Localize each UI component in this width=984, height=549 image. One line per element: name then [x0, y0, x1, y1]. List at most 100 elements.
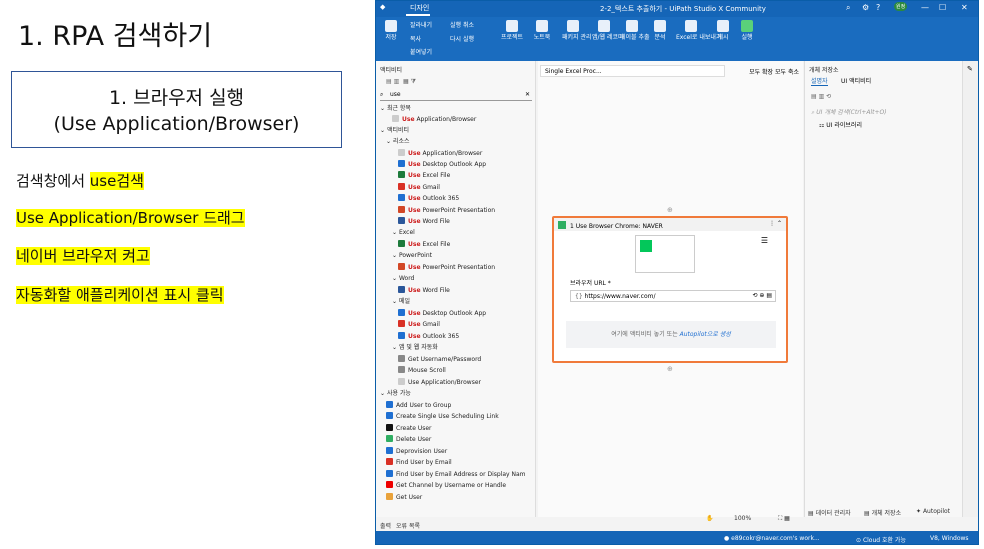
search-icon: ⌕	[380, 91, 384, 98]
step-box: 1. 브라우저 실행 (Use Application/Browser)	[11, 71, 342, 148]
url-field[interactable]: {} https://www.naver.com/⟲ ⊕ ▤	[570, 290, 776, 302]
collapse-all-button[interactable]: 모두 축소	[775, 69, 799, 76]
menu-icon[interactable]: ☰	[761, 236, 768, 245]
object-store-tab[interactable]: ▤ 개체 저장소	[864, 508, 901, 517]
run-button[interactable]: 실행	[738, 20, 756, 41]
autopilot-tab[interactable]: ✦ Autopilot	[916, 508, 950, 515]
errors-tab[interactable]: 오류 목록	[396, 521, 420, 530]
save-button[interactable]: 저장	[382, 20, 400, 41]
table-extract-button[interactable]: 테이블 추출	[620, 20, 650, 41]
collapse-icon[interactable]: ⋮ ⌃	[769, 220, 782, 227]
tree-group-appweb[interactable]: ⌄ 앱 및 웹 자동화	[392, 343, 438, 353]
settings-icon[interactable]: ⚙	[862, 3, 869, 12]
tree-group-powerpoint[interactable]: ⌄ PowerPoint	[392, 251, 432, 261]
project-button[interactable]: 프로젝트	[498, 20, 526, 41]
tree-group-activities[interactable]: ⌄ 액티비티	[380, 126, 409, 136]
note-2: Use Application/Browser 드래그	[16, 207, 245, 228]
object-search-input[interactable]: ⌕ UI 개체 검색(Ctrl+Alt+O)	[811, 107, 887, 117]
tree-item[interactable]: Use Outlook 365	[398, 194, 459, 204]
avatar[interactable]: 원정	[894, 2, 908, 11]
publish-icon	[717, 20, 729, 32]
studio-window: ◆ 디자인 2-2_텍스트 추출하기 - UiPath Studio X Com…	[375, 0, 979, 545]
tree-group-mail[interactable]: ⌄ 메일	[392, 297, 410, 307]
maximize-button[interactable]: ☐	[939, 3, 946, 12]
tree-item[interactable]: Use Application/Browser	[398, 378, 481, 388]
add-activity-icon[interactable]: ⊕	[667, 206, 673, 214]
undo-button[interactable]: 실행 취소	[450, 20, 474, 29]
search-icon[interactable]: ⌕	[846, 3, 850, 13]
analyze-icon	[654, 20, 666, 32]
redo-button[interactable]: 다시 실행	[450, 34, 474, 43]
tree-item[interactable]: Get Username/Password	[398, 355, 481, 365]
tree-item[interactable]: Use Excel File	[398, 171, 450, 181]
tree-item[interactable]: Use Application/Browser	[398, 149, 482, 159]
expression-icon: {}	[575, 293, 585, 300]
tree-item[interactable]: Use Excel File	[398, 240, 450, 250]
clear-icon[interactable]: ✕	[525, 91, 530, 98]
tree-item[interactable]: Use Outlook 365	[398, 332, 459, 342]
note-text: 검색창에서	[16, 172, 90, 190]
tree-item[interactable]: Use Application/Browser	[392, 115, 476, 125]
tree-item[interactable]: Use Desktop Outlook App	[398, 309, 486, 319]
tree-item[interactable]: Use PowerPoint Presentation	[398, 206, 495, 216]
tree-item[interactable]: Create User	[386, 424, 432, 434]
tree-item[interactable]: Deprovision User	[386, 447, 447, 457]
activity-search-input[interactable]: use ✕ ⌕	[380, 91, 532, 101]
tree-item[interactable]: Use Gmail	[398, 320, 440, 330]
tree-item[interactable]: Add User to Group	[386, 401, 451, 411]
use-browser-card[interactable]: 1 Use Browser Chrome: NAVER ⋮ ⌃ ☰ 브라우저 UR…	[552, 216, 788, 363]
step-title: 1. 브라우저 실행	[108, 87, 245, 109]
tree-group-available[interactable]: ⌄ 사용 가능	[380, 389, 411, 399]
expand-all-button[interactable]: 모두 확장	[749, 69, 773, 76]
object-header: 개체 저장소	[809, 67, 839, 74]
cut-button[interactable]: 잘라내기	[410, 20, 432, 29]
tree-item[interactable]: Mouse Scroll	[398, 366, 446, 376]
status-platform[interactable]: V8, Windows	[930, 535, 969, 542]
help-icon[interactable]: ?	[876, 3, 880, 12]
tree-item[interactable]: Get User	[386, 493, 422, 503]
tree-item[interactable]: Delete User	[386, 435, 431, 445]
tree-item[interactable]: Get Channel by Username or Handle	[386, 481, 506, 491]
tree-item[interactable]: Find User by Email Address or Display Na…	[386, 470, 525, 480]
tab-design[interactable]: 디자인	[410, 3, 429, 13]
designer-canvas[interactable]: Single Excel Proc... 모두 확장 모두 축소 ⊕ 1 Use…	[538, 61, 803, 522]
publish-button[interactable]: 게시	[714, 20, 732, 41]
close-button[interactable]: ✕	[961, 3, 968, 12]
tree-group-word[interactable]: ⌄ Word	[392, 274, 414, 284]
note-highlight: Use Application/Browser 드래그	[16, 209, 245, 227]
tree-group-excel[interactable]: ⌄ Excel	[392, 228, 415, 238]
notebook-button[interactable]: 노트북	[530, 20, 554, 41]
add-activity-icon[interactable]: ⊕	[667, 365, 673, 373]
tree-group-recent[interactable]: ⌄ 최근 항목	[380, 104, 411, 114]
output-tab[interactable]: 출력	[380, 521, 391, 530]
designer-tab[interactable]: Single Excel Proc...	[540, 65, 725, 77]
wrench-icon[interactable]: ✎	[967, 65, 976, 73]
app-recorder-button[interactable]: 앱/웹 레코더	[592, 20, 624, 41]
designer-tools: 모두 확장 모두 축소	[749, 67, 799, 76]
copy-button[interactable]: 복사	[410, 34, 421, 43]
activities-panel: 액티비티 ▤ ▥ ▦ ⧩ use ✕ ⌕ ⌄ 최근 항목 Use Applicati…	[376, 61, 536, 517]
tree-item[interactable]: Use Word File	[398, 217, 450, 227]
package-manager-button[interactable]: 패키지 관리	[562, 20, 592, 41]
paste-button[interactable]: 붙여넣기	[410, 47, 432, 56]
excel-export-button[interactable]: Excel로 내보내기	[676, 20, 721, 41]
autopilot-link[interactable]: Autopilot으로 생성	[680, 331, 731, 338]
tab-descriptor[interactable]: 설명자	[811, 76, 828, 86]
ui-library-item[interactable]: ⚏ UI 라이브러리	[819, 120, 862, 129]
tree-item[interactable]: Find User by Email	[386, 458, 452, 468]
tree-item[interactable]: Use Gmail	[398, 183, 440, 193]
tab-ui-activity[interactable]: UI 액티비티	[841, 76, 871, 85]
tree-group-resources[interactable]: ⌄ 리소스	[386, 137, 410, 147]
tree-item[interactable]: Use Word File	[398, 286, 450, 296]
analyze-button[interactable]: 분석	[650, 20, 670, 41]
url-tools-icon[interactable]: ⟲ ⊕ ▤	[752, 292, 772, 299]
status-cloud[interactable]: ⊙ Cloud 호환 가능	[856, 535, 906, 544]
data-manager-tab[interactable]: ▤ 데이터 관리자	[808, 508, 851, 517]
tree-item[interactable]: Use Desktop Outlook App	[398, 160, 486, 170]
tree-item[interactable]: Use PowerPoint Presentation	[398, 263, 495, 273]
status-account[interactable]: ● e89cokr@naver.com's work...	[724, 535, 820, 542]
table-icon	[626, 20, 638, 32]
minimize-button[interactable]: —	[921, 3, 929, 12]
drop-zone[interactable]: 여기에 액티비티 놓기 또는 Autopilot으로 생성	[566, 321, 776, 348]
tree-item[interactable]: Create Single Use Scheduling Link	[386, 412, 499, 422]
